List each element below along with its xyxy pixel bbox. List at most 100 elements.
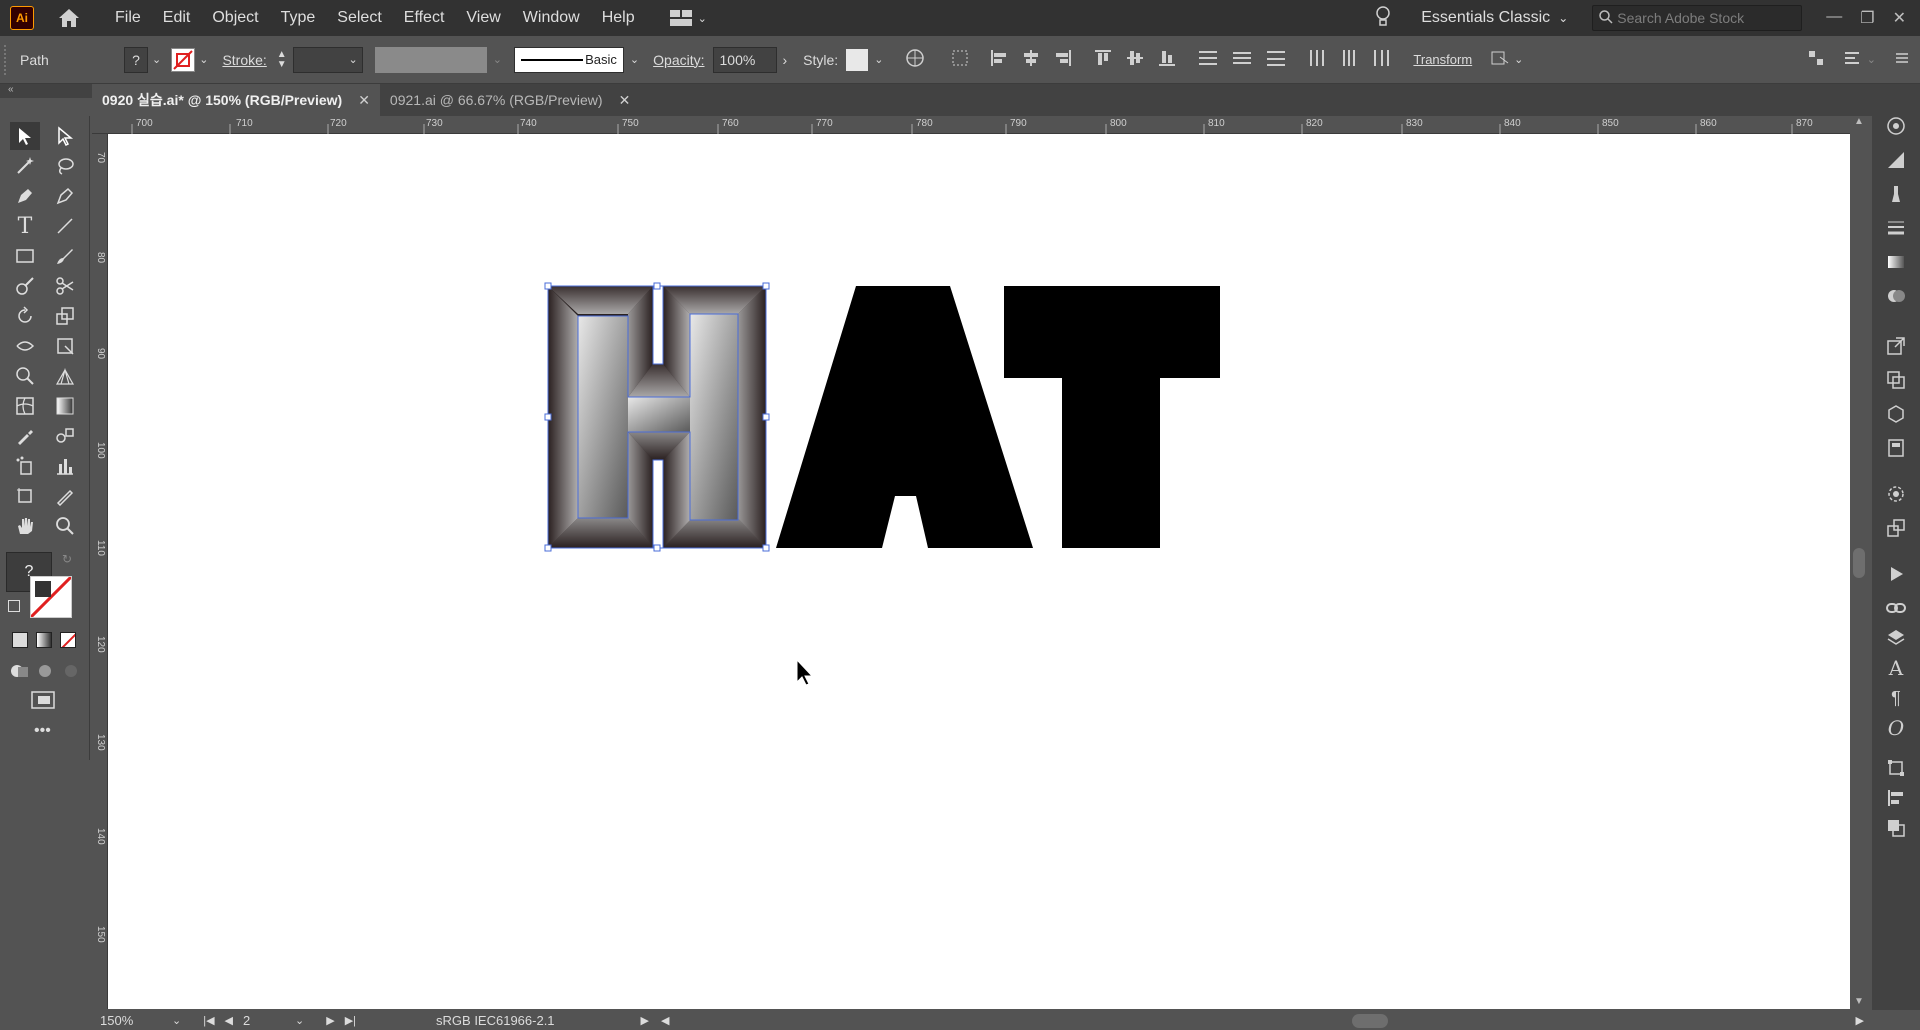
opacity-field[interactable]: 100% [712, 46, 777, 73]
gradient-tool-icon[interactable] [50, 392, 80, 420]
artboard-tool-icon[interactable] [10, 482, 40, 510]
edit-toolbar-icon[interactable]: ••• [34, 722, 51, 740]
distribute-vcenter-icon[interactable] [1231, 48, 1253, 71]
next-artboard-icon[interactable]: ▶ [326, 1014, 334, 1027]
actions-icon[interactable] [1884, 562, 1908, 586]
brush-definition[interactable]: Basic [513, 46, 624, 73]
previous-artboard-icon[interactable]: ◀ [225, 1014, 233, 1027]
horizontal-scroll-thumb[interactable] [1352, 1014, 1388, 1028]
paintbrush-tool-icon[interactable] [50, 242, 80, 270]
transform-link[interactable]: Transform [1413, 52, 1472, 67]
align-vcenter-icon[interactable] [1125, 48, 1145, 71]
home-icon[interactable] [56, 5, 82, 31]
shape-builder-tool-icon[interactable] [10, 362, 40, 390]
draw-inside-icon[interactable] [62, 662, 80, 683]
menu-file[interactable]: File [104, 0, 152, 36]
chevron-down-icon[interactable]: ⌄ [630, 53, 639, 66]
scissors-tool-icon[interactable] [50, 272, 80, 300]
variable-width-profile[interactable] [374, 46, 487, 73]
rotate-tool-icon[interactable] [10, 302, 40, 330]
libraries-icon[interactable] [1884, 114, 1908, 138]
chevron-down-icon[interactable]: ⌄ [1867, 53, 1876, 66]
vertical-ruler[interactable]: 70 80 90 100 110 120 130 140 150 [92, 134, 108, 1009]
stroke-swatch-none[interactable] [30, 576, 72, 618]
menu-view[interactable]: View [455, 0, 511, 36]
scroll-down-icon[interactable]: ▼ [1854, 996, 1864, 1007]
chevron-down-icon[interactable]: ⌄ [172, 1014, 181, 1027]
stroke-label[interactable]: Stroke: [222, 52, 266, 68]
graphic-styles-icon[interactable] [1884, 516, 1908, 540]
column-graph-tool-icon[interactable] [50, 452, 80, 480]
align-bottom-icon[interactable] [1157, 48, 1177, 71]
character-icon[interactable]: A [1884, 656, 1908, 680]
appearance-icon[interactable] [1884, 482, 1908, 506]
distribute-top-icon[interactable] [1197, 48, 1219, 71]
document-info-icon[interactable] [1884, 436, 1908, 460]
slice-tool-icon[interactable] [50, 482, 80, 510]
align-panel-icon[interactable] [1884, 786, 1908, 810]
pathfinder-icon[interactable] [1884, 816, 1908, 840]
links-icon[interactable] [1884, 596, 1908, 620]
type-tool-icon[interactable]: T [10, 212, 40, 240]
distribute-bottom-icon[interactable] [1265, 48, 1287, 71]
scale-tool-icon[interactable] [50, 302, 80, 330]
graphic-style-swatch[interactable] [846, 48, 869, 71]
none-mode-icon[interactable] [60, 632, 76, 648]
selection-tool-icon[interactable] [10, 122, 40, 150]
menu-help[interactable]: Help [591, 0, 646, 36]
shaper-tool-icon[interactable] [10, 272, 40, 300]
eyedropper-tool-icon[interactable] [10, 422, 40, 450]
close-icon[interactable]: ✕ [358, 92, 370, 109]
panel-menu-icon[interactable] [1843, 49, 1863, 70]
artboard[interactable] [108, 134, 1850, 1009]
pen-tool-icon[interactable] [10, 182, 40, 210]
default-fill-stroke-icon[interactable] [8, 600, 20, 612]
color-guide-icon[interactable] [1884, 148, 1908, 172]
tab-document-0920[interactable]: 0920 실습.ai* @ 150% (RGB/Preview) ✕ [92, 84, 380, 116]
lasso-tool-icon[interactable] [50, 152, 80, 180]
magic-wand-tool-icon[interactable] [10, 152, 40, 180]
recolor-artwork-icon[interactable] [905, 48, 925, 71]
letter-t-shape[interactable] [1004, 286, 1220, 548]
align-hcenter-icon[interactable] [1021, 48, 1041, 71]
menu-type[interactable]: Type [270, 0, 327, 36]
menu-window[interactable]: Window [512, 0, 591, 36]
gradient-mode-icon[interactable] [36, 632, 52, 648]
artboards-icon[interactable] [1884, 368, 1908, 392]
stroke-weight-stepper[interactable]: ▲ ▼ [277, 49, 287, 70]
color-mode-icon[interactable] [12, 632, 28, 648]
symbol-sprayer-tool-icon[interactable] [10, 452, 40, 480]
close-icon[interactable]: ✕ [1893, 8, 1906, 28]
fill-swatch[interactable]: ? [124, 46, 148, 73]
chevron-down-icon[interactable]: ⌄ [199, 53, 208, 66]
first-artboard-icon[interactable]: |◀ [203, 1014, 214, 1027]
arrange-documents-button[interactable]: ⌄ [669, 10, 707, 26]
distribute-right-icon[interactable] [1371, 48, 1391, 71]
minimize-icon[interactable]: — [1826, 8, 1842, 28]
gradient-panel-icon[interactable] [1884, 250, 1908, 274]
menu-effect[interactable]: Effect [393, 0, 456, 36]
paragraph-icon[interactable]: ¶ [1884, 686, 1908, 710]
free-transform-tool-icon[interactable] [50, 332, 80, 360]
menu-select[interactable]: Select [326, 0, 392, 36]
lightbulb-icon[interactable] [1375, 5, 1391, 31]
menu-edit[interactable]: Edit [152, 0, 202, 36]
chevron-down-icon[interactable]: ⌄ [295, 1014, 304, 1027]
zoom-field[interactable]: 150% [92, 1013, 172, 1028]
perspective-grid-tool-icon[interactable] [50, 362, 80, 390]
distribute-left-icon[interactable] [1307, 48, 1327, 71]
letter-a-shape[interactable] [776, 286, 1033, 548]
menu-object[interactable]: Object [201, 0, 269, 36]
opacity-label[interactable]: Opacity: [653, 52, 704, 68]
zoom-tool-icon[interactable] [50, 512, 80, 540]
scroll-thumb[interactable] [1853, 548, 1865, 578]
transparency-icon[interactable] [1884, 284, 1908, 308]
blend-tool-icon[interactable] [50, 422, 80, 450]
draw-behind-icon[interactable] [36, 662, 56, 683]
curvature-tool-icon[interactable] [50, 182, 80, 210]
asset-export-icon[interactable] [1884, 402, 1908, 426]
swap-fill-stroke-icon[interactable]: ↻ [62, 552, 72, 566]
vertical-scrollbar[interactable]: ▲ ▼ [1850, 116, 1870, 1009]
align-right-icon[interactable] [1053, 48, 1073, 71]
distribute-hcenter-icon[interactable] [1339, 48, 1359, 71]
